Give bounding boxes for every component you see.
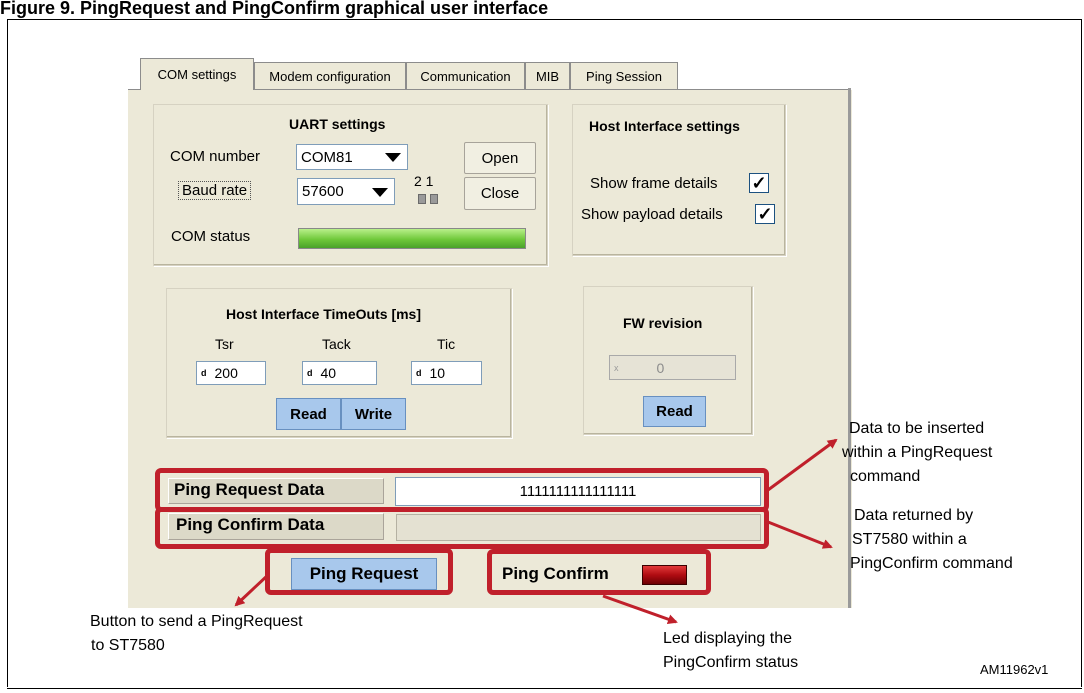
- note-confirm-data: Data returned by ST7580 within a PingCon…: [850, 504, 1013, 576]
- figure-code: AM11962v1: [980, 662, 1049, 677]
- note-confirm-line-1: Data returned by: [854, 507, 974, 524]
- note-ping-button: Button to send a PingRequest to ST7580: [90, 610, 303, 658]
- tab-com-settings[interactable]: COM settings: [140, 58, 254, 90]
- arrow-to-button-note: [234, 573, 270, 607]
- arrow-to-led-note: [602, 594, 678, 625]
- note-button-line-2: to ST7580: [91, 637, 165, 654]
- note-request-line-1: Data to be inserted: [849, 420, 985, 437]
- note-confirm-line-2: ST7580 within a: [852, 531, 967, 548]
- note-request-data: Data to be inserted within a PingRequest…: [842, 417, 992, 489]
- note-led-line-1: Led displaying the: [663, 630, 792, 647]
- note-request-line-2: within a PingRequest: [842, 444, 993, 461]
- note-confirm-line-3: PingConfirm command: [850, 555, 1013, 572]
- note-button-line-1: Button to send a PingRequest: [90, 613, 303, 630]
- note-led-line-2: PingConfirm status: [663, 654, 799, 671]
- arrow-to-confirm-note: [767, 520, 833, 549]
- note-request-line-3: command: [850, 468, 921, 485]
- arrow-to-request-note: [767, 438, 838, 492]
- annotation-arrows: [234, 438, 838, 625]
- note-led: Led displaying the PingConfirm status: [663, 627, 798, 675]
